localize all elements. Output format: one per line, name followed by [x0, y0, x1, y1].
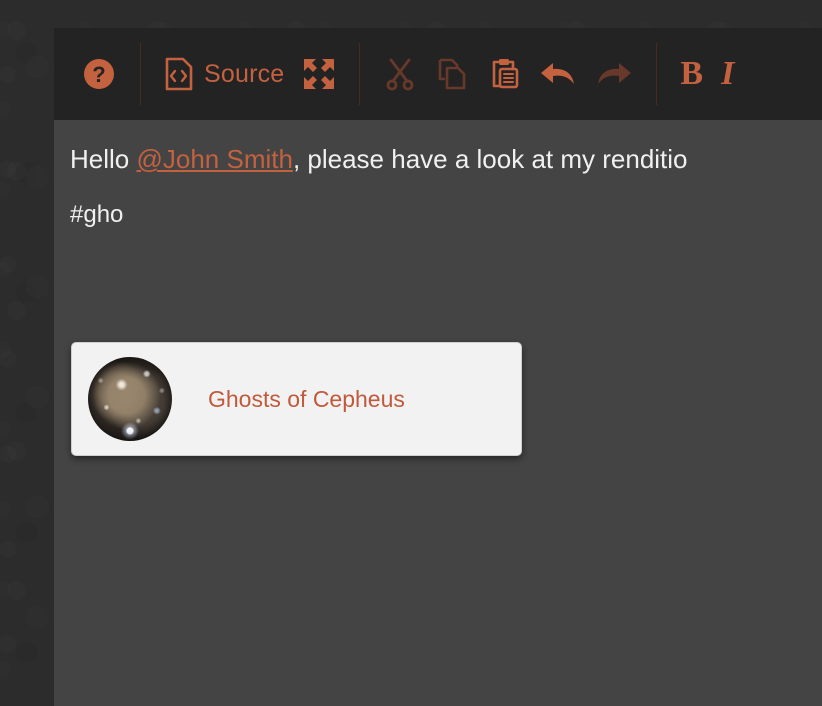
- help-button[interactable]: ?: [72, 45, 126, 103]
- source-button[interactable]: Source: [155, 45, 293, 103]
- paragraph-prefix-text: Hello: [70, 144, 137, 174]
- undo-arrow-icon: [539, 59, 577, 89]
- italic-letter-icon: I: [721, 55, 735, 92]
- bold-button[interactable]: B: [671, 45, 712, 103]
- cut-button[interactable]: [374, 45, 426, 103]
- italic-button[interactable]: I: [712, 45, 743, 103]
- svg-text:?: ?: [92, 62, 105, 87]
- source-button-label: Source: [204, 59, 285, 88]
- source-code-document-icon: [164, 57, 194, 91]
- bold-letter-icon: B: [680, 55, 704, 92]
- paragraph-suffix-text: , please have a look at my renditio: [292, 144, 688, 174]
- redo-arrow-icon: [595, 59, 633, 89]
- editor-content-area[interactable]: Hello @John Smith, please have a look at…: [54, 120, 822, 706]
- toolbar-separator-3: [656, 43, 658, 105]
- hashtag-query-text: #gho: [70, 201, 124, 229]
- rich-text-editor-window: ? Source B I Hello @John Smith, please h…: [54, 28, 822, 706]
- autocomplete-item-label: Ghosts of Cepheus: [208, 385, 405, 412]
- clipboard-paste-icon: [487, 57, 521, 91]
- maximize-arrows-icon: [302, 57, 336, 91]
- user-mention-link[interactable]: @John Smith: [136, 144, 292, 174]
- question-mark-circle-icon: ?: [81, 56, 117, 92]
- editor-toolbar: ? Source B I: [54, 28, 822, 120]
- nebula-thumbnail-icon: [88, 357, 172, 441]
- autocomplete-dropdown[interactable]: Ghosts of Cepheus: [71, 342, 522, 456]
- paste-button[interactable]: [478, 45, 530, 103]
- copy-pages-icon: [435, 57, 469, 91]
- redo-button[interactable]: [586, 45, 642, 103]
- copy-button[interactable]: [426, 45, 478, 103]
- autocomplete-item[interactable]: Ghosts of Cepheus: [72, 343, 521, 455]
- toolbar-separator-1: [140, 43, 141, 105]
- document-paragraph[interactable]: Hello @John Smith, please have a look at…: [70, 142, 822, 177]
- maximize-button[interactable]: [293, 45, 345, 103]
- undo-button[interactable]: [530, 45, 586, 103]
- toolbar-separator-2: [359, 43, 361, 105]
- scissors-icon: [383, 57, 417, 91]
